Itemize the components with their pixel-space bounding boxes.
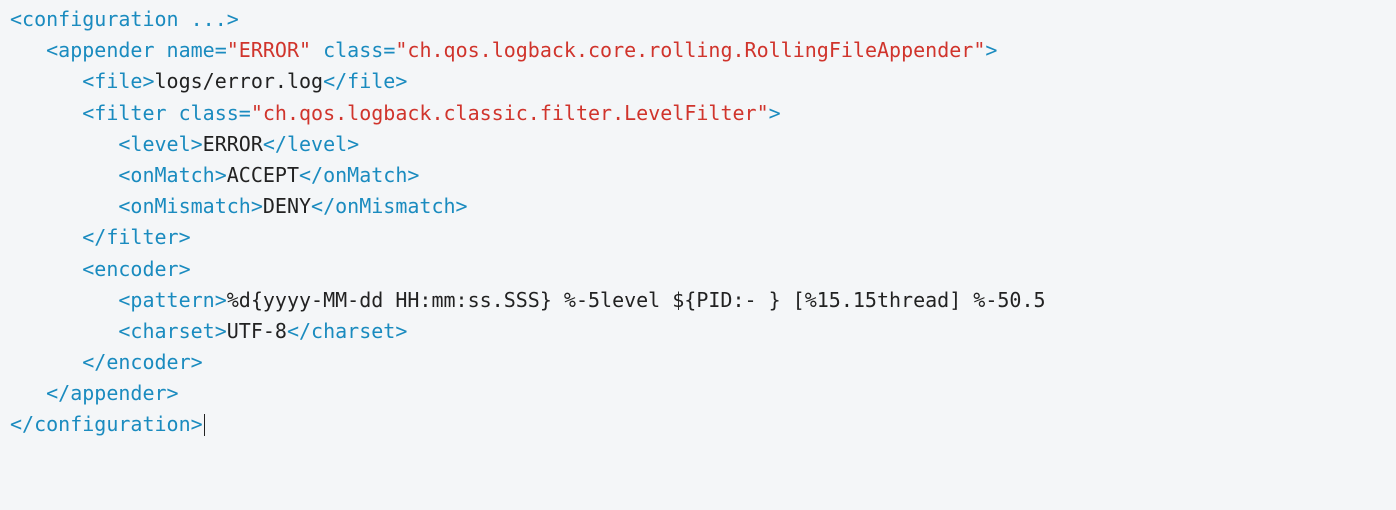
code-line: <pattern>%d{yyyy-MM-dd HH:mm:ss.SSS} %-5… [10, 288, 1046, 312]
code-line: </configuration> [10, 412, 205, 436]
tag-open: <file> [82, 69, 154, 93]
tag-close: </appender> [46, 381, 178, 405]
tag-close: </charset> [287, 319, 407, 343]
tag-close: </onMismatch> [311, 194, 468, 218]
attr-value: "ch.qos.logback.classic.filter.LevelFilt… [251, 101, 769, 125]
tag-open: <charset> [118, 319, 226, 343]
tag-open: <filter [82, 101, 166, 125]
code-line: </filter> [10, 225, 191, 249]
code-line: </encoder> [10, 350, 203, 374]
tag-open: <encoder> [82, 257, 190, 281]
code-block: <configuration ...> <appender name="ERRO… [0, 0, 1396, 445]
tag-close: </file> [323, 69, 407, 93]
tag-open: <appender [46, 38, 154, 62]
tag-close: </filter> [82, 225, 190, 249]
tag-close: </onMatch> [299, 163, 419, 187]
tag-close: </encoder> [82, 350, 202, 374]
attr-name: class [311, 38, 383, 62]
tag-close: </level> [263, 132, 359, 156]
code-line: <filter class="ch.qos.logback.classic.fi… [10, 101, 781, 125]
text-node: ACCEPT [227, 163, 299, 187]
code-line: <file>logs/error.log</file> [10, 69, 407, 93]
code-line: <level>ERROR</level> [10, 132, 359, 156]
tag-open: <onMismatch> [118, 194, 263, 218]
text-node: ERROR [203, 132, 263, 156]
tag-open: <pattern> [118, 288, 226, 312]
text-node: %d{yyyy-MM-dd HH:mm:ss.SSS} %-5level ${P… [227, 288, 1046, 312]
code-line: <charset>UTF-8</charset> [10, 319, 407, 343]
attr-value: "ERROR" [227, 38, 311, 62]
code-line: <configuration ...> [10, 7, 239, 31]
code-line: <encoder> [10, 257, 191, 281]
tag-open: <configuration ...> [10, 7, 239, 31]
code-line: <appender name="ERROR" class="ch.qos.log… [10, 38, 997, 62]
attr-name: name [155, 38, 215, 62]
code-line: <onMismatch>DENY</onMismatch> [10, 194, 468, 218]
attr-value: "ch.qos.logback.core.rolling.RollingFile… [395, 38, 985, 62]
tag-close: </configuration> [10, 412, 203, 436]
tag-open: <onMatch> [118, 163, 226, 187]
text-cursor-icon [204, 414, 205, 436]
text-node: UTF-8 [227, 319, 287, 343]
text-node: logs/error.log [155, 69, 324, 93]
attr-name: class [167, 101, 239, 125]
text-node: DENY [263, 194, 311, 218]
code-line: </appender> [10, 381, 179, 405]
tag-open: <level> [118, 132, 202, 156]
code-line: <onMatch>ACCEPT</onMatch> [10, 163, 419, 187]
